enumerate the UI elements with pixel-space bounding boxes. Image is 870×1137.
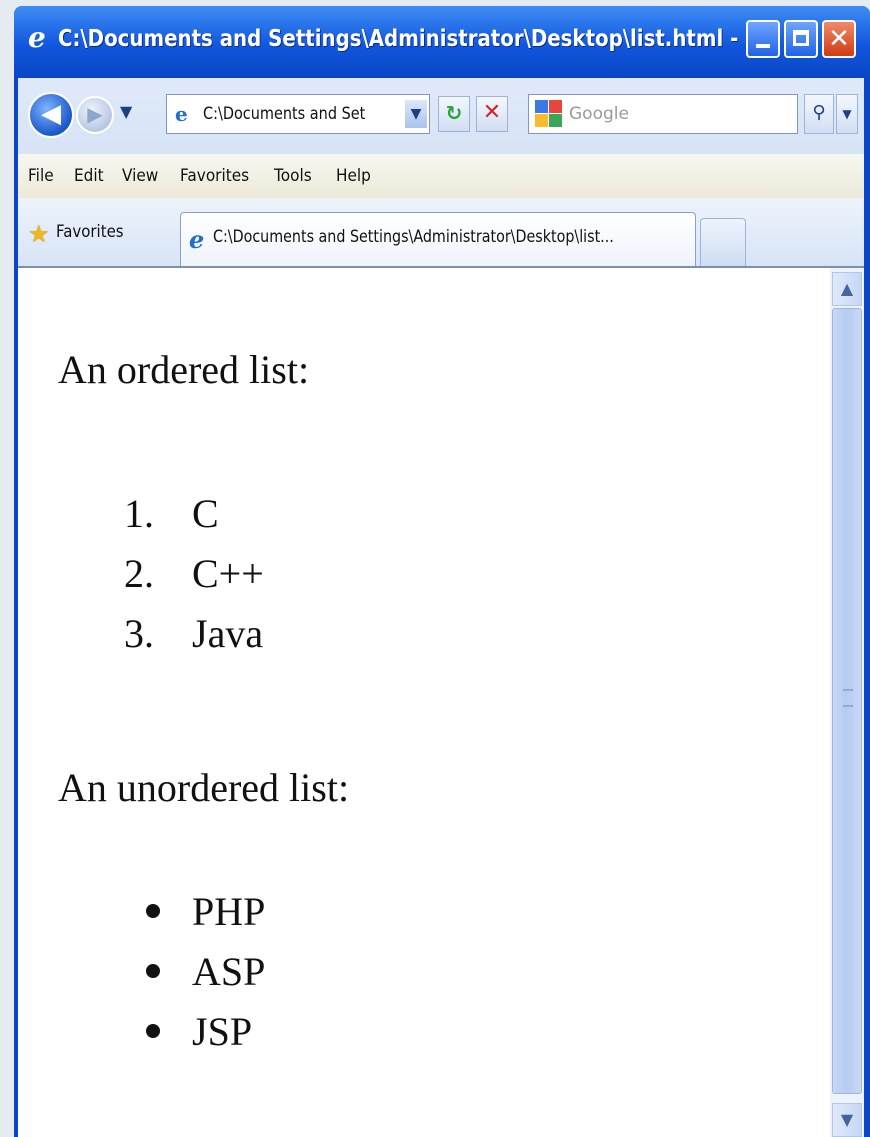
star-icon: ★ [28,220,50,248]
search-placeholder: Google [569,104,629,124]
maximize-button[interactable] [784,20,818,58]
address-text: C:\Documents and Set [203,104,366,124]
ordered-list-heading: An ordered list: [58,347,310,392]
ordered-list-item: C [192,491,219,536]
menu-file[interactable]: File [28,166,54,186]
stop-icon: ✕ [482,100,502,125]
forward-arrow-icon: ▶ [87,102,103,126]
refresh-icon: ↻ [445,101,463,125]
back-button[interactable]: ◀ [28,92,74,138]
google-icon-blue [535,100,548,113]
address-dropdown-button[interactable]: ▼ [405,100,427,128]
google-icon-red [549,100,562,113]
list-bullet [146,904,160,918]
navigation-bar: ◀ ▶ ▼ e C:\Documents and Set ▼ ↻ ✕ Googl… [18,78,864,154]
history-dropdown-button[interactable]: ▼ [120,102,132,121]
menu-edit[interactable]: Edit [74,166,104,186]
stop-button[interactable]: ✕ [476,96,508,132]
page-icon: e [175,102,188,126]
google-icon-green [549,114,562,127]
google-icon [535,100,563,128]
list-bullet [146,964,160,978]
ie-icon: e [28,21,46,54]
title-bar: e C:\Documents and Settings\Administrato… [14,6,870,78]
minimize-icon [756,44,770,48]
list-bullet [146,1024,160,1038]
favorites-button[interactable]: Favorites [56,222,124,242]
address-bar[interactable]: e C:\Documents and Set ▼ [166,94,430,134]
page-content: An ordered list: 1. C 2. C++ 3. Java An … [18,268,830,1137]
ordered-list-marker: 1. [124,491,154,536]
back-arrow-icon: ◀ [41,99,61,129]
tab-label: C:\Documents and Settings\Administrator\… [213,227,614,247]
chevron-down-icon: ▼ [840,1110,854,1129]
scroll-down-button[interactable]: ▼ [832,1103,862,1137]
menu-view[interactable]: View [122,166,158,186]
maximize-icon [793,30,809,46]
unordered-list-item: ASP [192,949,266,994]
close-button[interactable]: ✕ [822,20,856,58]
browser-window: e C:\Documents and Settings\Administrato… [14,6,870,1137]
grip-icon [843,689,853,707]
search-icon: ⚲ [812,102,826,123]
ordered-list-item: C++ [192,551,264,596]
browser-chrome: ◀ ▶ ▼ e C:\Documents and Set ▼ ↻ ✕ Googl… [18,78,864,268]
unordered-list-item: PHP [192,889,266,934]
minimize-button[interactable] [746,20,780,58]
ordered-list-item: Java [192,611,264,656]
search-input[interactable]: Google [528,94,798,134]
vertical-scrollbar[interactable]: ▲ ▼ [830,268,864,1137]
unordered-list-heading: An unordered list: [58,765,350,810]
scroll-up-button[interactable]: ▲ [832,272,862,306]
menu-tools[interactable]: Tools [274,166,312,186]
chevron-up-icon: ▲ [840,279,854,298]
window-title: C:\Documents and Settings\Administrator\… [58,26,768,52]
menu-bar: File Edit View Favorites Tools Help [18,154,864,199]
tab-list-html[interactable]: e C:\Documents and Settings\Administrato… [180,212,696,266]
ordered-list-marker: 2. [124,551,154,596]
menu-help[interactable]: Help [336,166,371,186]
forward-button[interactable]: ▶ [76,96,114,134]
search-options-button[interactable]: ▼ [836,94,858,134]
ordered-list-marker: 3. [124,611,154,656]
search-button[interactable]: ⚲ [804,94,834,134]
scrollbar-thumb[interactable] [832,308,862,1094]
close-icon: ✕ [828,24,850,54]
google-icon-yellow [535,114,548,127]
menu-favorites[interactable]: Favorites [180,166,249,186]
unordered-list-item: JSP [192,1009,253,1054]
refresh-button[interactable]: ↻ [438,96,470,132]
favorites-bar: ★ Favorites e C:\Documents and Settings\… [18,198,864,268]
ie-icon: e [189,225,205,254]
new-tab-button[interactable] [700,218,746,266]
